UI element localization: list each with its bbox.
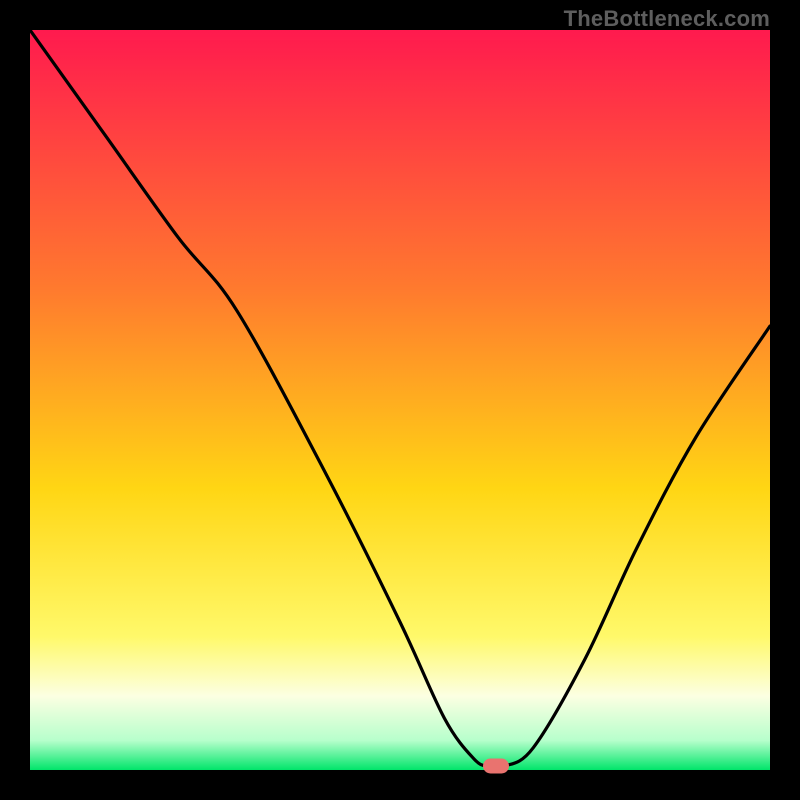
bottleneck-curve [30,30,770,770]
watermark-text: TheBottleneck.com [564,6,770,32]
plot-area [30,30,770,770]
optimal-marker [483,759,509,774]
chart-frame: TheBottleneck.com [0,0,800,800]
